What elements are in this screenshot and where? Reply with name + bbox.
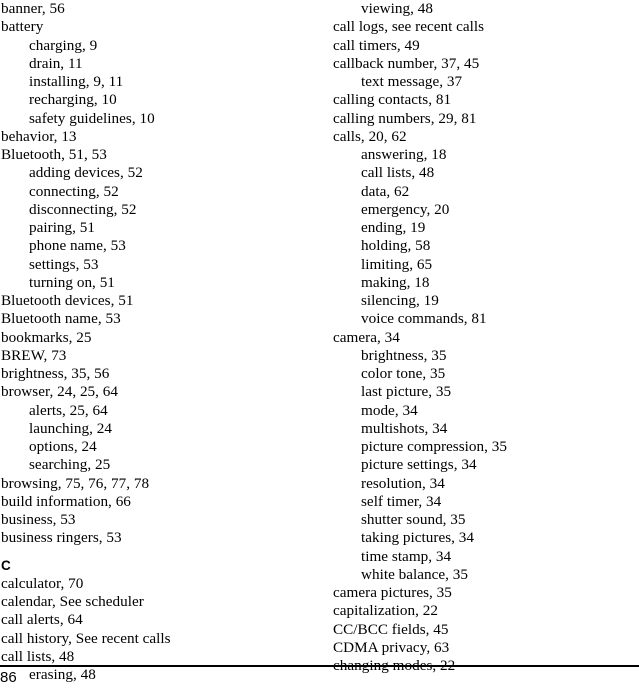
index-subentry: erasing, 48: [29, 666, 96, 683]
index-entry: bookmarks, 25: [1, 328, 92, 346]
index-entry: BREW, 73: [1, 346, 67, 364]
index-subentry: voice commands, 81: [361, 310, 487, 328]
index-entry: callback number, 37, 45: [333, 54, 480, 72]
index-entry: Bluetooth name, 53: [1, 310, 121, 328]
index-subentry: safety guidelines, 10: [29, 109, 155, 127]
index-entry: call alerts, 64: [1, 611, 83, 629]
index-entry: camera pictures, 35: [333, 584, 452, 601]
index-entry: capitalization, 22: [333, 602, 438, 620]
index-entry: business ringers, 53: [1, 529, 122, 547]
index-subentry: last picture, 35: [361, 383, 452, 401]
index-entry: build information, 66: [1, 492, 131, 510]
index-subentry: multishots, 34: [361, 419, 448, 437]
index-subentry: disconnecting, 52: [29, 200, 137, 218]
index-entry: Bluetooth, 51, 53: [1, 146, 107, 163]
index-subentry: settings, 53: [29, 255, 99, 273]
index-subentry: shutter sound, 35: [361, 511, 466, 528]
index-subentry: resolution, 34: [361, 474, 445, 492]
index-subentry: connecting, 52: [29, 182, 119, 200]
index-entry: calling numbers, 29, 81: [333, 109, 477, 127]
index-subentry: emergency, 20: [361, 200, 450, 218]
index-entry: behavior, 13: [1, 127, 77, 145]
index-entry: browsing, 75, 76, 77, 78: [1, 474, 150, 492]
index-entry: CC/BCC fields, 45: [333, 620, 449, 638]
index-column-right: viewing, 48 call logs, see recent calls ca…: [319, 0, 638, 674]
page-number: 86: [0, 669, 17, 686]
index-entry: camera, 34: [333, 328, 400, 346]
index-entry: call lists, 48: [1, 647, 75, 665]
index-subentry: holding, 58: [361, 237, 431, 255]
index-entry: calls, 20, 62: [333, 127, 407, 145]
index-subentry: white balance, 35: [361, 565, 469, 583]
index-subentry: turning on, 51: [29, 273, 115, 291]
index-subentry: silencing, 19: [361, 292, 439, 309]
index-subentry: call lists, 48: [361, 164, 435, 182]
index-subentry: mode, 34: [361, 401, 418, 419]
index-subentry: adding devices, 52: [29, 164, 143, 182]
index-subentry: searching, 25: [29, 456, 111, 474]
index-entry: calendar, See scheduler: [1, 593, 144, 610]
index-subentry: answering, 18: [361, 146, 447, 163]
index-subentry: installing, 9, 11: [29, 73, 124, 90]
index-subentry: text message, 37: [361, 73, 463, 90]
index-subentry: self timer, 34: [361, 492, 442, 510]
index-subentry: picture compression, 35: [361, 438, 507, 455]
index-spacer: [1, 548, 319, 557]
index-subentry: ending, 19: [361, 219, 426, 236]
index-entry: business, 53: [1, 511, 76, 528]
index-columns: banner, 56 battery charging, 9 drain, 11 ins…: [0, 0, 639, 683]
index-entry: calling contacts, 81: [333, 91, 452, 109]
index-subentry: making, 18: [361, 273, 430, 291]
index-section-heading: C: [1, 557, 11, 573]
index-entry: CDMA privacy, 63: [333, 638, 450, 656]
index-subentry: options, 24: [29, 438, 97, 455]
index-subentry: pairing, 51: [29, 219, 96, 236]
index-entry: battery: [1, 18, 44, 36]
index-subentry: recharging, 10: [29, 91, 117, 109]
index-subentry: data, 62: [361, 182, 410, 200]
index-entry: call logs, see recent calls: [333, 18, 485, 36]
index-entry: banner, 56: [1, 0, 65, 17]
index-subentry: viewing, 48: [361, 0, 433, 17]
index-entry: browser, 24, 25, 64: [1, 383, 119, 401]
index-entry: Bluetooth devices, 51: [1, 292, 134, 309]
index-subentry: time stamp, 34: [361, 547, 452, 565]
index-subentry: picture settings, 34: [361, 456, 477, 474]
index-entry: call history, See recent calls: [1, 629, 171, 647]
index-subentry: alerts, 25, 64: [29, 401, 108, 419]
index-subentry: phone name, 53: [29, 237, 126, 255]
index-subentry: charging, 9: [29, 36, 98, 54]
index-subentry: brightness, 35: [361, 346, 447, 364]
index-subentry: drain, 11: [29, 54, 83, 72]
index-entry: calculator, 70: [1, 574, 84, 592]
index-subentry: limiting, 65: [361, 255, 433, 273]
index-subentry: color tone, 35: [361, 365, 446, 382]
index-subentry: launching, 24: [29, 419, 112, 437]
index-entry: call timers, 49: [333, 36, 420, 54]
index-subentry: taking pictures, 34: [361, 529, 474, 547]
footer-divider: [0, 665, 639, 667]
index-page: banner, 56 battery charging, 9 drain, 11 ins…: [0, 0, 639, 688]
index-entry: brightness, 35, 56: [1, 365, 110, 382]
index-column-left: banner, 56 battery charging, 9 drain, 11 ins…: [0, 0, 319, 683]
